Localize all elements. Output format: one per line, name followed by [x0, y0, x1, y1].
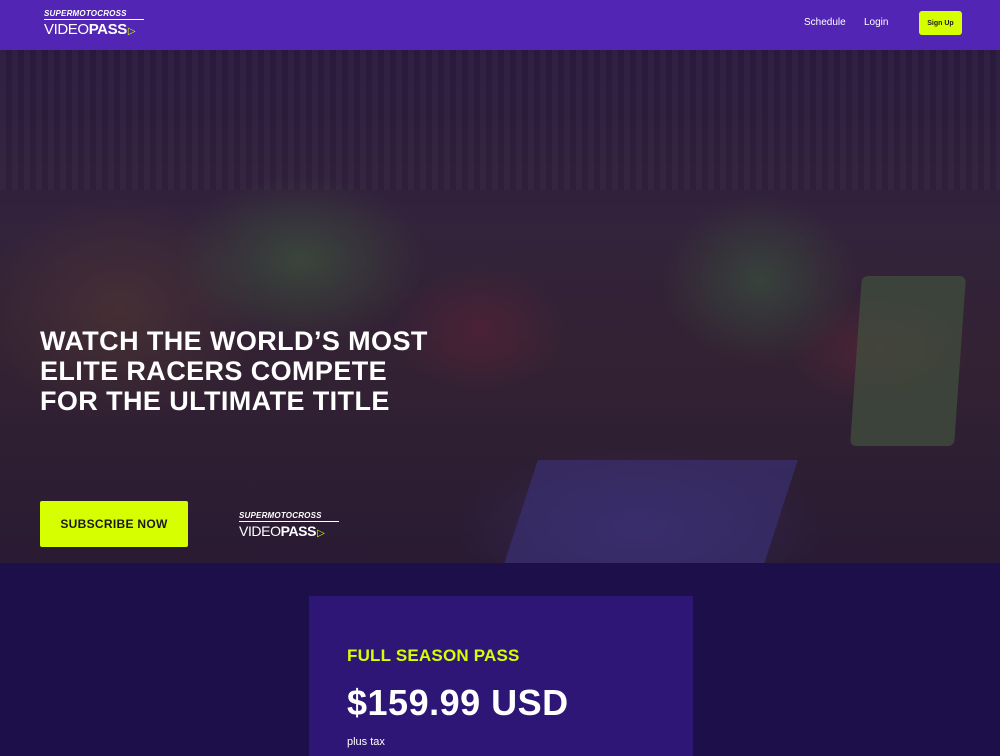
- pricing-section: FULL SEASON PASS $159.99 USD plus tax: [0, 563, 1000, 756]
- hero-overlay: [0, 50, 1000, 563]
- logo-supermotocross-text: SUPERMOTOCROSS: [44, 9, 144, 20]
- logo-videopass-text: VIDEOPASS▷: [44, 21, 136, 38]
- videopass-logo[interactable]: SUPERMOTOCROSS VIDEOPASS▷: [44, 9, 144, 40]
- plan-price: $159.99 USD: [347, 682, 569, 723]
- subscribe-now-button[interactable]: SUBSCRIBE NOW: [40, 501, 188, 547]
- play-icon: ▷: [127, 26, 136, 37]
- hero-headline: WATCH THE WORLD’S MOST ELITE RACERS COMP…: [40, 326, 510, 416]
- nav-login-link[interactable]: Login: [864, 17, 888, 28]
- nav-schedule-link[interactable]: Schedule: [804, 17, 846, 28]
- hero-banner: WATCH THE WORLD’S MOST ELITE RACERS COMP…: [0, 50, 1000, 563]
- hero-headline-line: FOR THE ULTIMATE TITLE: [40, 386, 390, 416]
- play-icon: ▷: [317, 528, 325, 539]
- plan-tax-note: plus tax: [347, 736, 385, 748]
- sign-up-button[interactable]: Sign Up: [919, 11, 962, 35]
- plan-name: FULL SEASON PASS: [347, 646, 520, 665]
- logo-supermotocross-text: SUPERMOTOCROSS: [239, 511, 339, 522]
- hero-videopass-logo: SUPERMOTOCROSS VIDEOPASS▷: [239, 511, 339, 542]
- season-pass-card[interactable]: FULL SEASON PASS $159.99 USD plus tax: [309, 596, 693, 756]
- top-nav-bar: SUPERMOTOCROSS VIDEOPASS▷ Schedule Login…: [0, 0, 1000, 50]
- hero-headline-line: WATCH THE WORLD’S MOST: [40, 326, 428, 356]
- hero-headline-line: ELITE RACERS COMPETE: [40, 356, 388, 386]
- logo-videopass-text: VIDEOPASS▷: [239, 523, 339, 542]
